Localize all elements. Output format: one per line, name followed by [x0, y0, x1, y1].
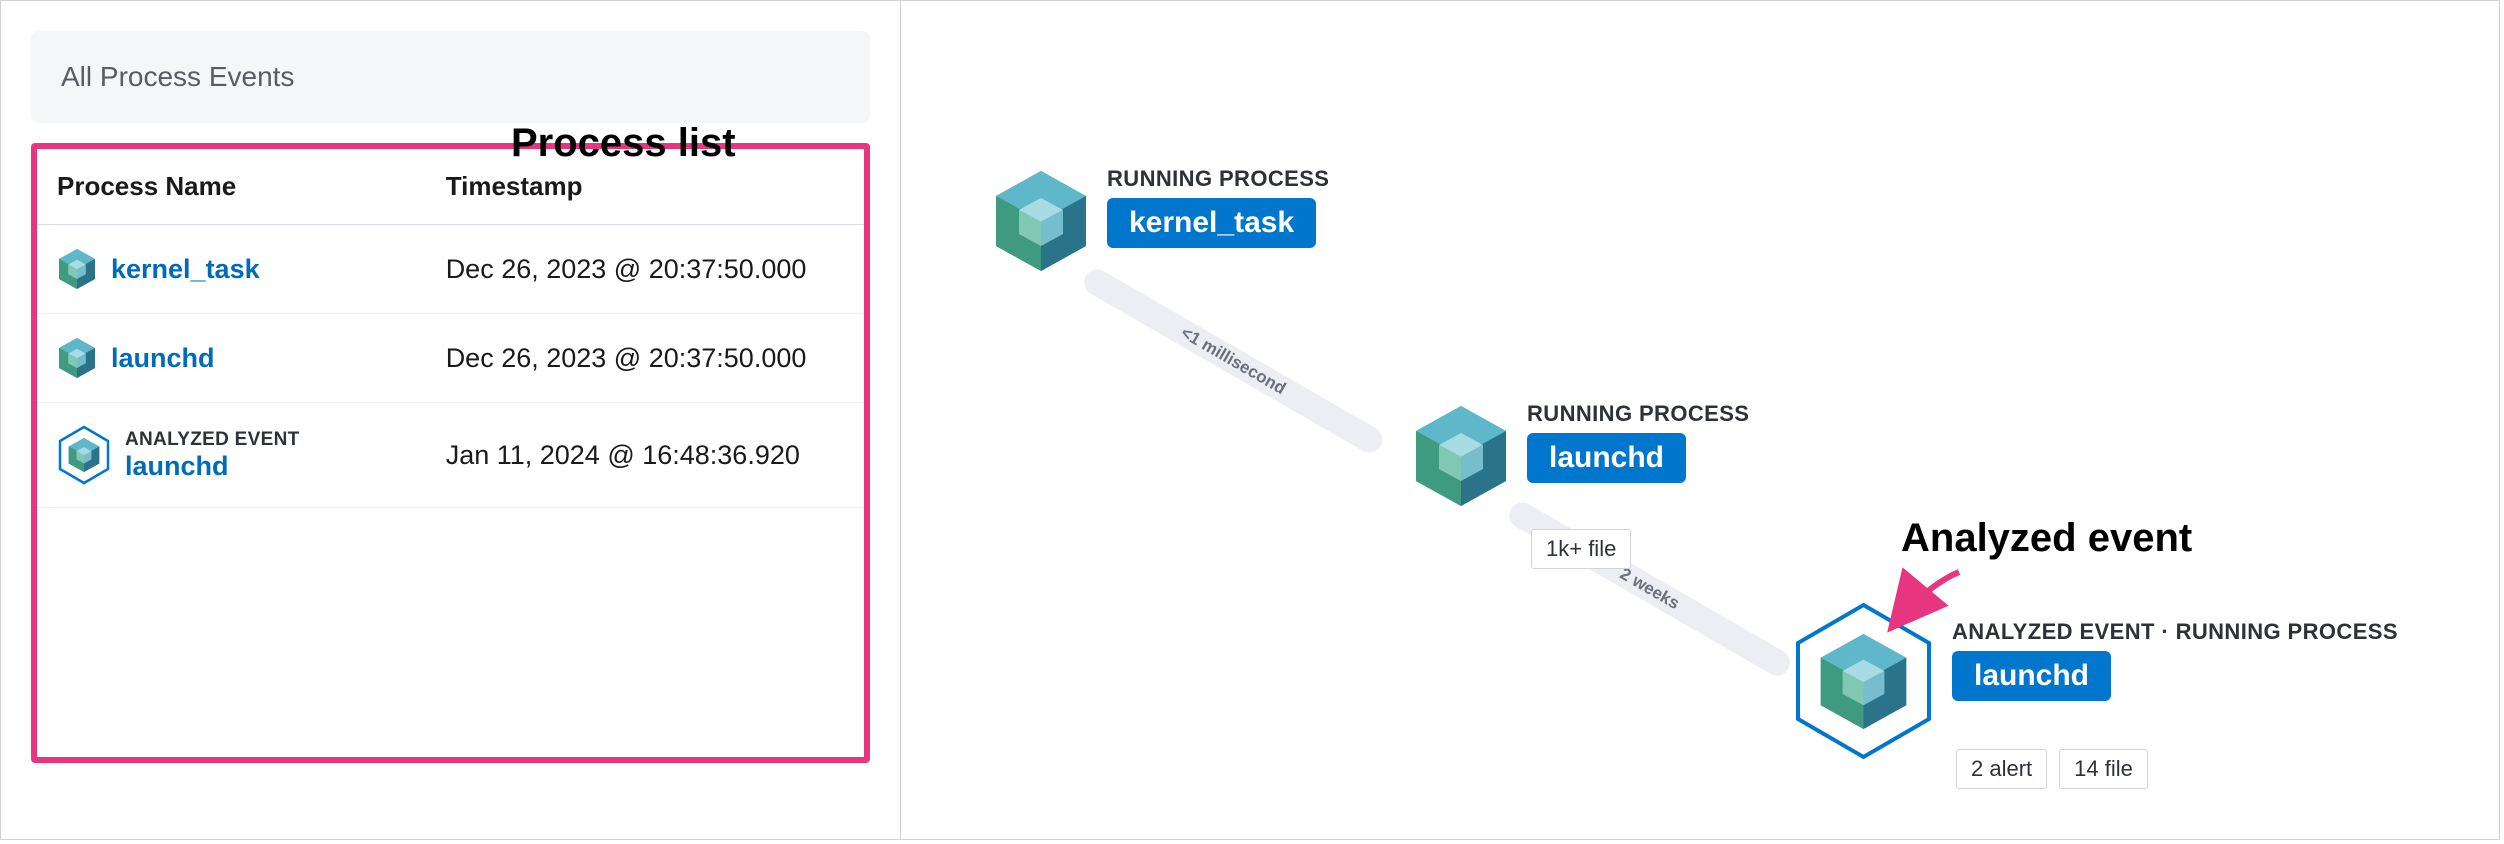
graph-node-kernel-task[interactable]: RUNNING PROCESS kernel_task [991, 166, 1329, 276]
callout-process-list: Process list [511, 121, 736, 166]
process-cube-icon [991, 166, 1091, 276]
process-list-panel: All Process Events Process list Process … [1, 1, 901, 839]
process-cube-icon [57, 336, 97, 380]
table-row[interactable]: kernel_task Dec 26, 2023 @ 20:37:50.000 [37, 225, 864, 314]
process-table-highlight: Process Name Timestamp kernel_task [31, 143, 870, 763]
all-process-events-header[interactable]: All Process Events [31, 31, 870, 123]
process-cube-icon [1411, 401, 1511, 511]
callout-arrow-icon [1871, 566, 1971, 646]
timestamp-cell: Dec 26, 2023 @ 20:37:50.000 [426, 314, 864, 403]
process-link[interactable]: kernel_task [111, 254, 260, 285]
timestamp-cell: Jan 11, 2024 @ 16:48:36.920 [426, 403, 864, 508]
node-badge[interactable]: 2 alert [1956, 749, 2047, 789]
process-tree-graph[interactable]: <1 millisecond 2 weeks RUNNING PROCESS k… [901, 1, 2499, 839]
main-container: All Process Events Process list Process … [0, 0, 2500, 840]
process-link[interactable]: launchd [125, 451, 300, 482]
table-row[interactable]: launchd Dec 26, 2023 @ 20:37:50.000 [37, 314, 864, 403]
table-row[interactable]: ANALYZED EVENT launchd Jan 11, 2024 @ 16… [37, 403, 864, 508]
graph-edge: <1 millisecond [1080, 265, 1387, 458]
callout-analyzed-event: Analyzed event [1901, 516, 2192, 561]
node-caption: RUNNING PROCESS [1107, 166, 1329, 192]
analyzed-event-label: ANALYZED EVENT [125, 429, 300, 451]
process-cube-icon [67, 436, 101, 474]
col-process-name[interactable]: Process Name [37, 149, 426, 225]
analyzed-process-icon [57, 425, 111, 485]
edge-label: 2 weeks [1616, 564, 1682, 614]
process-table: Process Name Timestamp kernel_task [37, 149, 864, 508]
node-badge[interactable]: 14 file [2059, 749, 2148, 789]
node-caption: RUNNING PROCESS [1527, 401, 1749, 427]
edge-label: <1 millisecond [1177, 323, 1289, 399]
all-process-events-label: All Process Events [61, 61, 294, 92]
node-name-pill[interactable]: launchd [1952, 651, 2111, 701]
node-name-pill[interactable]: launchd [1527, 433, 1686, 483]
graph-node-launchd[interactable]: RUNNING PROCESS launchd 1k+ file [1411, 401, 1749, 511]
node-name-pill[interactable]: kernel_task [1107, 198, 1316, 248]
process-cube-icon [57, 247, 97, 291]
timestamp-cell: Dec 26, 2023 @ 20:37:50.000 [426, 225, 864, 314]
process-link[interactable]: launchd [111, 343, 215, 374]
node-caption: ANALYZED EVENT · RUNNING PROCESS [1952, 619, 2398, 645]
node-badge[interactable]: 1k+ file [1531, 529, 1631, 569]
